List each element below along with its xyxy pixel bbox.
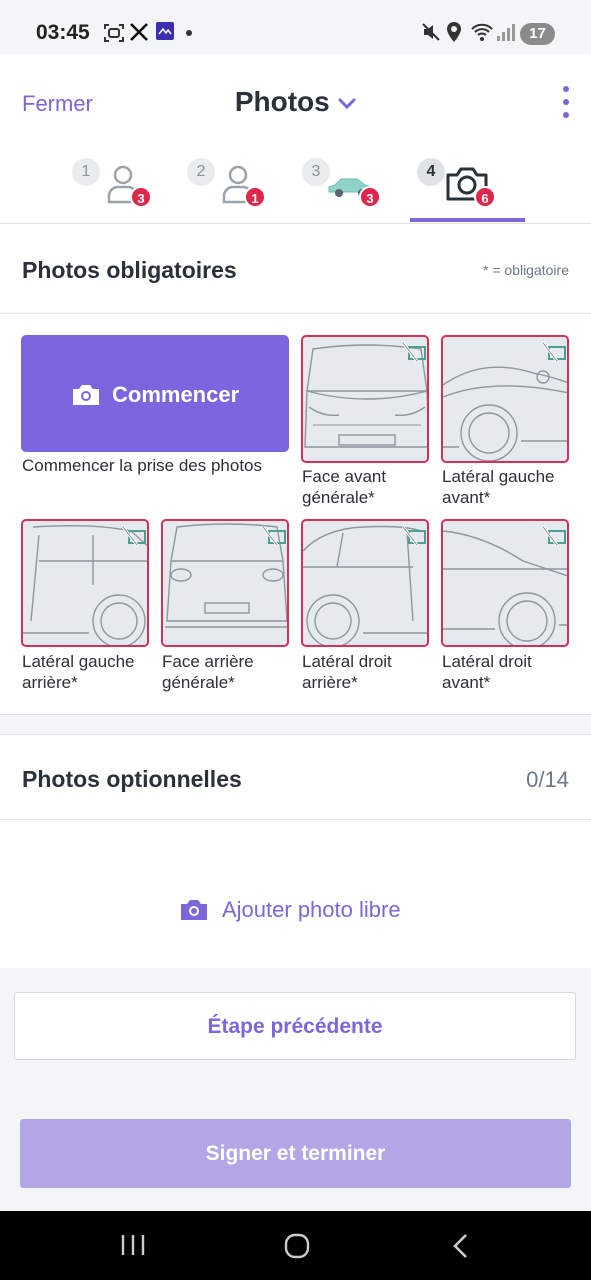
step-3[interactable]: 3 3 [302, 154, 402, 214]
step-2[interactable]: 2 1 [187, 154, 287, 214]
no-photo-icon [261, 526, 286, 546]
chevron-down-icon [338, 98, 356, 109]
tile-label: Latéral gauche arrière* [22, 652, 135, 692]
sign-and-finish-button[interactable]: Signer et terminer [20, 1119, 571, 1188]
signal-icon [497, 24, 515, 41]
active-step-indicator [410, 218, 525, 222]
optional-title: Photos optionnelles [22, 766, 242, 792]
status-bar: 03:45 17 [0, 0, 591, 54]
recent-apps-icon[interactable] [120, 1233, 146, 1257]
page-title: Photos [234, 86, 330, 117]
mute-icon [422, 23, 440, 41]
add-free-photo-button[interactable]: Ajouter photo libre [180, 897, 401, 923]
system-nav-bar [0, 1211, 591, 1280]
camera-icon [181, 900, 207, 920]
step-badge: 3 [359, 186, 381, 208]
back-icon[interactable] [452, 1233, 470, 1259]
step-4[interactable]: 4 6 [417, 154, 517, 214]
no-photo-icon [541, 342, 566, 362]
step-badge: 1 [244, 186, 266, 208]
step-1[interactable]: 1 3 [72, 154, 172, 214]
photo-tile-right-rear[interactable] [301, 519, 429, 647]
location-icon [447, 22, 461, 42]
wifi-icon [471, 23, 493, 41]
app-icon [156, 22, 174, 40]
title-dropdown[interactable]: Photos [0, 86, 591, 118]
no-photo-icon [401, 526, 426, 546]
mandatory-title: Photos obligatoires [22, 257, 237, 283]
photo-tile-left-front[interactable] [441, 335, 569, 463]
camera-icon [73, 385, 99, 405]
photo-tile-right-front[interactable] [441, 519, 569, 647]
step-number: 4 [417, 158, 445, 186]
section-divider [0, 714, 591, 734]
screenshot-icon [104, 24, 124, 42]
start-button[interactable]: Commencer [21, 335, 289, 452]
start-caption: Commencer la prise des photos [22, 456, 263, 475]
photo-tile-left-rear[interactable] [21, 519, 149, 647]
optional-count: 0/14 [526, 767, 569, 792]
status-time: 03:45 [36, 21, 90, 44]
no-photo-icon [121, 526, 146, 546]
battery-icon: 17 [520, 23, 555, 45]
dot-icon [186, 30, 192, 36]
tile-label: Face avant générale* [302, 467, 387, 507]
photo-tile-front[interactable] [301, 335, 429, 463]
no-photo-icon [401, 342, 426, 362]
kebab-icon[interactable] [556, 86, 576, 120]
required-note: * = obligatoire [482, 262, 569, 278]
tile-label: Face arrière générale* [162, 652, 254, 692]
step-number: 1 [72, 158, 100, 186]
step-badge: 3 [130, 186, 152, 208]
photo-tile-rear[interactable] [161, 519, 289, 647]
x-logo-icon [130, 23, 148, 41]
tile-label: Latéral gauche avant* [442, 467, 555, 507]
step-badge: 6 [474, 186, 496, 208]
start-button-label: Commencer [112, 382, 240, 407]
optional-section-header: Photos optionnelles 0/14 [0, 734, 591, 820]
app-header: Fermer Photos 1 3 2 1 3 3 4 6 [0, 54, 591, 224]
tile-label: Latéral droit arrière* [302, 652, 392, 692]
home-icon[interactable] [284, 1233, 310, 1259]
step-number: 2 [187, 158, 215, 186]
no-photo-icon [541, 526, 566, 546]
add-free-photo-label: Ajouter photo libre [222, 897, 401, 922]
mandatory-section-header: Photos obligatoires * = obligatoire [0, 225, 591, 314]
tile-label: Latéral droit avant* [442, 652, 532, 692]
previous-step-button[interactable]: Étape précédente [14, 992, 576, 1060]
